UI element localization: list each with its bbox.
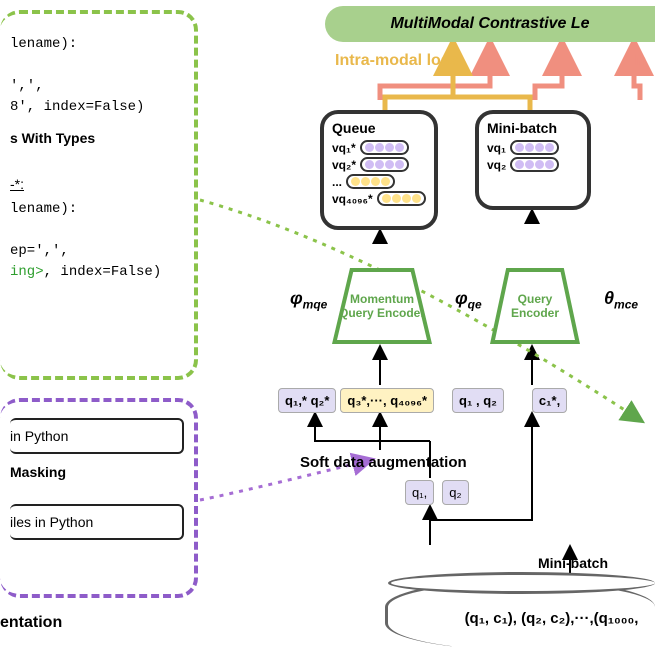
queue-box: Queue vq₁* vq₂* ... vq₄₀₉₆*	[320, 110, 438, 230]
query-encoder: Query Encoder	[490, 268, 580, 344]
masking-section-title: Masking	[10, 464, 184, 480]
query-item: in Python	[10, 418, 184, 454]
theta-mce-label: θmce	[604, 288, 638, 312]
soft-aug-label: Soft data augmentation	[300, 454, 467, 471]
q-mini-row: q₁, q₂	[405, 480, 473, 505]
types-section-title: s With Types	[10, 128, 184, 149]
minibatch-box: Mini-batch vq₁ vq₂	[475, 110, 591, 210]
phi-qe-label: φqe	[455, 288, 482, 312]
code-sample-box: lename): ',', 8', index=False) s With Ty…	[0, 10, 198, 380]
q-tokens-row: q₁,* q₂* q₃*,···, q₄₀₉₆* q₁ , q₂ c₁*,	[278, 388, 571, 413]
minibatch-label: Mini-batch	[538, 555, 608, 571]
filename-label: -*:	[10, 174, 184, 195]
inter-modal-loss-label: In	[632, 52, 646, 70]
intra-modal-loss-label: Intra-modal loss	[335, 52, 459, 70]
phi-mqe-label: φmqe	[290, 288, 327, 312]
query-item: iles in Python	[10, 504, 184, 540]
corpus-cylinder: (q₁, c₁), (q₂, c₂),···,(q₁₀₀₀,	[385, 580, 655, 650]
query-sample-box: in Python Masking iles in Python	[0, 398, 198, 598]
contrastive-banner: MultiModal Contrastive Le	[325, 6, 655, 42]
momentum-query-encoder: Momentum Query Encoder	[332, 268, 432, 344]
augmentation-label: entation	[0, 614, 62, 632]
